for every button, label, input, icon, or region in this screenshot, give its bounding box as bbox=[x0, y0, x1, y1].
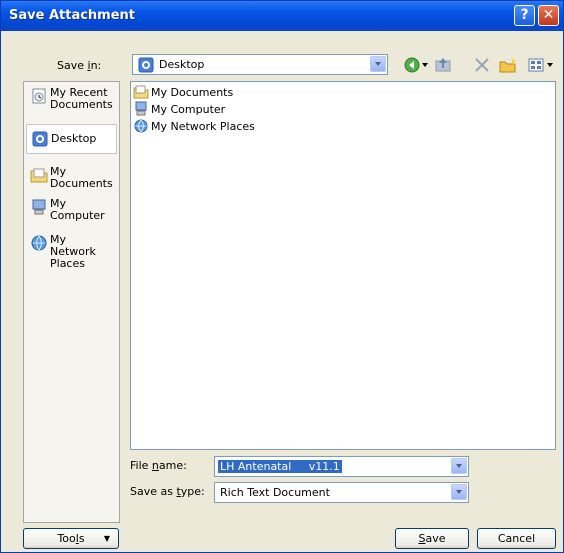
file-name-field[interactable]: LH Antenatal v11.1 bbox=[214, 456, 469, 477]
save-in-label: Save in: bbox=[57, 59, 102, 72]
place-my-documents[interactable]: My Documents bbox=[26, 164, 117, 192]
back-dropdown-icon[interactable] bbox=[422, 63, 428, 67]
save-in-value: Desktop bbox=[159, 58, 205, 71]
cancel-button[interactable]: Cancel bbox=[477, 528, 556, 549]
save-type-label: Save as type: bbox=[130, 485, 205, 498]
recent-documents-icon bbox=[32, 88, 46, 104]
list-item[interactable]: My Computer bbox=[133, 101, 225, 117]
place-my-network-places[interactable]: My Network Places bbox=[26, 232, 117, 272]
file-name-dropdown-arrow[interactable] bbox=[451, 458, 467, 474]
save-type-value: Rich Text Document bbox=[220, 486, 330, 499]
place-desktop[interactable]: Desktop bbox=[26, 124, 117, 154]
save-button[interactable]: Save bbox=[395, 528, 469, 549]
my-documents-icon bbox=[30, 168, 48, 183]
file-name-label: File name: bbox=[130, 459, 187, 472]
save-type-dropdown[interactable]: Rich Text Document bbox=[214, 482, 469, 503]
desktop-icon bbox=[138, 57, 154, 73]
network-places-icon bbox=[31, 235, 47, 251]
desktop-icon bbox=[32, 131, 48, 147]
place-my-recent-documents[interactable]: My Recent Documents bbox=[26, 85, 117, 113]
dialog-title: Save Attachment bbox=[9, 8, 136, 23]
close-button[interactable]: ✕ bbox=[538, 5, 559, 26]
list-item[interactable]: My Documents bbox=[133, 84, 233, 100]
save-in-dropdown-arrow[interactable] bbox=[370, 56, 386, 72]
save-attachment-dialog: Save Attachment ? ✕ Save in: Desktop My … bbox=[0, 0, 564, 553]
new-folder-icon[interactable] bbox=[498, 56, 518, 74]
folder-icon bbox=[133, 85, 149, 99]
file-name-value: LH Antenatal v11.1 bbox=[218, 460, 342, 473]
tools-dropdown-icon: ▼ bbox=[103, 534, 110, 543]
list-item[interactable]: My Network Places bbox=[133, 118, 255, 134]
help-button[interactable]: ? bbox=[514, 5, 535, 26]
save-in-dropdown[interactable]: Desktop bbox=[132, 54, 388, 75]
delete-icon[interactable] bbox=[473, 56, 491, 74]
views-icon[interactable] bbox=[527, 56, 545, 74]
views-dropdown-icon[interactable] bbox=[547, 63, 553, 67]
up-folder-icon[interactable] bbox=[434, 56, 452, 74]
place-my-computer[interactable]: My Computer bbox=[26, 196, 117, 224]
file-list[interactable]: My Documents My Computer My Network Plac… bbox=[130, 81, 556, 450]
tools-button[interactable]: Tools ▼ bbox=[23, 528, 119, 549]
title-bar[interactable]: Save Attachment ? ✕ bbox=[1, 1, 563, 31]
back-icon[interactable] bbox=[403, 56, 421, 74]
my-computer-icon bbox=[32, 199, 46, 215]
places-bar: My Recent Documents Desktop My Documents… bbox=[23, 81, 120, 523]
save-type-dropdown-arrow[interactable] bbox=[451, 484, 467, 500]
computer-icon bbox=[135, 101, 147, 116]
network-icon bbox=[134, 119, 148, 133]
